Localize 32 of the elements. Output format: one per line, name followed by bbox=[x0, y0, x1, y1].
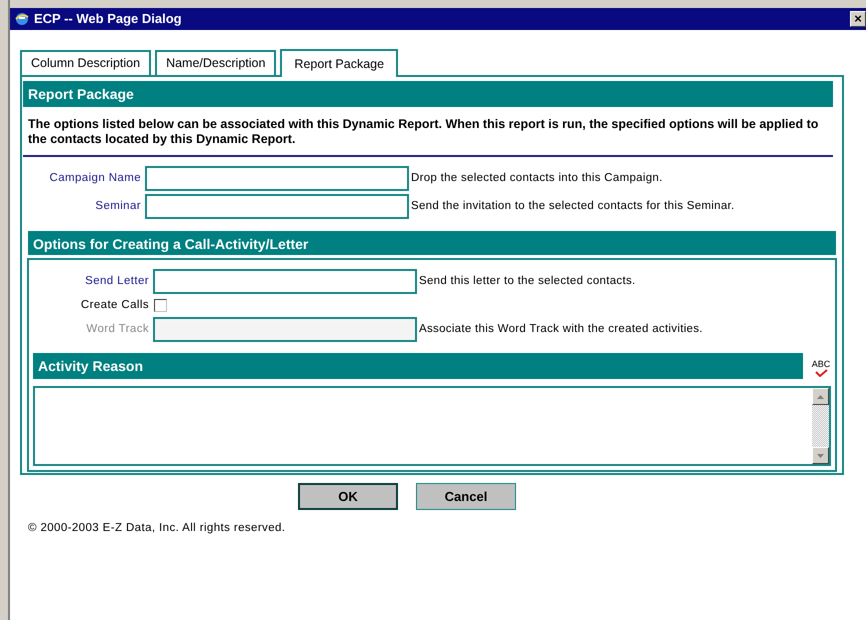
field-label[interactable]: Campaign Name bbox=[23, 170, 141, 188]
text-field[interactable] bbox=[146, 195, 408, 218]
text-field[interactable] bbox=[154, 270, 416, 293]
section-header: Report Package bbox=[23, 81, 833, 107]
checkbox[interactable] bbox=[154, 299, 167, 312]
scrollbar[interactable] bbox=[812, 388, 829, 464]
field-hint: Send this letter to the selected contacts. bbox=[419, 274, 636, 289]
window-title: ECP -- Web Page Dialog bbox=[34, 10, 182, 28]
field-label[interactable]: Seminar bbox=[23, 198, 141, 216]
dialog-button[interactable]: OK bbox=[298, 483, 398, 510]
section-header: Options for Creating a Call-Activity/Letter bbox=[27, 230, 837, 256]
field-label: Word Track bbox=[85, 322, 149, 338]
browser-icon bbox=[14, 11, 30, 27]
field-hint: Associate this Word Track with the created activities. bbox=[419, 322, 703, 338]
close-button[interactable]: × bbox=[850, 11, 866, 27]
section-header: Activity Reason bbox=[33, 353, 803, 380]
scroll-up-button[interactable] bbox=[812, 388, 829, 406]
copyright-text: © 2000-2003 E-Z Data, Inc. All rights reserved. bbox=[27, 521, 286, 536]
field-label[interactable]: Send Letter bbox=[33, 272, 149, 290]
field-hint: Drop the selected contacts into this Campaign. bbox=[411, 170, 663, 186]
tab[interactable]: Report Package bbox=[280, 49, 398, 77]
tab[interactable]: Column Description bbox=[20, 50, 152, 75]
scroll-down-button[interactable] bbox=[812, 447, 829, 464]
text-field[interactable] bbox=[146, 167, 408, 190]
up-arrow-icon bbox=[817, 394, 824, 399]
field-hint: Send the invitation to the selected contacts for this Seminar. bbox=[411, 198, 735, 214]
reason-text-area[interactable] bbox=[33, 386, 831, 466]
tab[interactable]: Name/Description bbox=[155, 50, 276, 75]
field-label: Create Calls bbox=[80, 298, 149, 313]
description-text: The options listed below can be associated with this Dynamic Report. When this report is run, the specified options will be applied to the contacts located by this Dynamic Report. bbox=[23, 107, 833, 157]
down-arrow-icon bbox=[817, 454, 824, 458]
dialog-button[interactable]: Cancel bbox=[416, 483, 516, 510]
